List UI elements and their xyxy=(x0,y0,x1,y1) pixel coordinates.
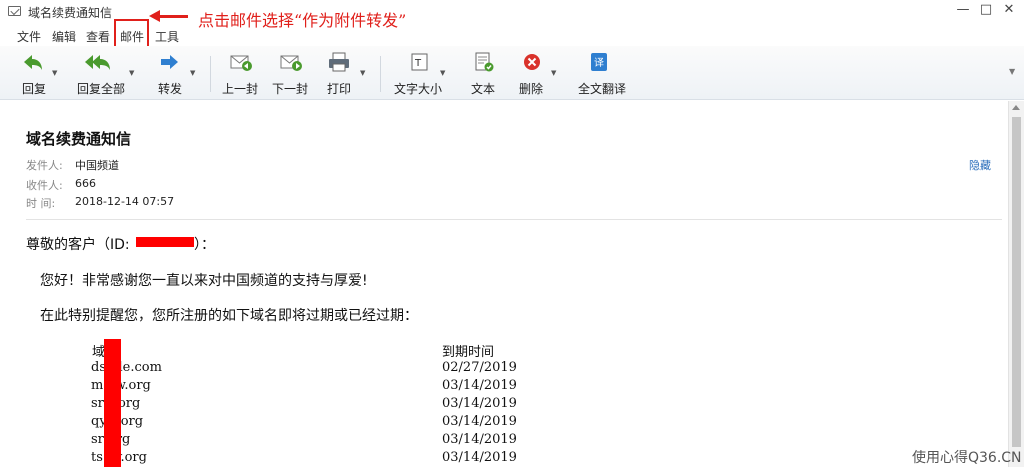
translate-button[interactable]: 译 全文翻译 xyxy=(572,49,632,97)
watermark: 使用心得Q36.CN xyxy=(912,450,1022,466)
scrollbar-thumb[interactable] xyxy=(1012,117,1021,447)
maximize-button[interactable]: □ xyxy=(975,2,997,17)
redaction-mark xyxy=(136,237,194,247)
expiry-cell: 03/14/2019 xyxy=(442,396,517,411)
body-line-thanks: 您好！非常感谢您一直以来对中国频道的支持与厚爱! xyxy=(40,273,368,289)
close-button[interactable]: ✕ xyxy=(998,2,1020,17)
from-value[interactable]: 中国频道 xyxy=(75,157,119,173)
printer-icon xyxy=(329,52,349,72)
delete-button[interactable]: ▼ 删除 xyxy=(516,49,562,97)
prev-mail-button[interactable]: 上一封 xyxy=(220,49,262,97)
expiry-cell: 03/14/2019 xyxy=(442,432,517,447)
reply-all-button[interactable]: ▼ 回复全部 xyxy=(72,49,142,97)
menu-mail-highlight-box xyxy=(114,19,149,48)
menu-bar: 文件 编辑 查看 邮件 工具 xyxy=(0,24,1024,46)
chevron-down-icon[interactable]: ▼ xyxy=(360,69,365,77)
prev-mail-icon xyxy=(230,55,252,71)
chevron-down-icon[interactable]: ▼ xyxy=(551,69,556,77)
header-divider xyxy=(26,219,1002,220)
mail-icon xyxy=(8,6,21,16)
reply-label: 回复 xyxy=(22,82,47,96)
greeting-prefix: 尊敬的客户（ID: xyxy=(26,237,130,253)
next-mail-icon xyxy=(280,55,302,71)
menu-view[interactable]: 查看 xyxy=(86,28,110,45)
expiry-cell: 03/14/2019 xyxy=(442,378,517,393)
svg-text:T: T xyxy=(414,58,422,69)
scroll-up-arrow-icon[interactable] xyxy=(1012,105,1020,110)
time-value: 2018-12-14 07:57 xyxy=(75,195,175,208)
arrow-line xyxy=(158,15,188,18)
chevron-down-icon[interactable]: ▼ xyxy=(440,69,445,77)
window-title: 域名续费通知信 xyxy=(28,6,113,20)
reply-all-icon xyxy=(85,55,110,70)
expiry-cell: 02/27/2019 xyxy=(442,360,517,375)
toolbar-overflow-chevron-icon[interactable]: ▼ xyxy=(1009,67,1015,76)
menu-tools[interactable]: 工具 xyxy=(155,28,179,45)
annotation-callout: 点击邮件选择“作为附件转发” xyxy=(149,7,478,30)
hide-details-link[interactable]: 隐藏 xyxy=(969,157,991,173)
redaction-bar xyxy=(104,339,121,467)
domain-cell: ds nle.com xyxy=(91,360,162,375)
chevron-down-icon[interactable]: ▼ xyxy=(52,69,57,77)
toolbar-divider xyxy=(210,56,211,92)
font-size-button[interactable]: T ▼ 文字大小 xyxy=(392,49,454,97)
chevron-down-icon[interactable]: ▼ xyxy=(190,69,195,77)
from-label: 发件人: xyxy=(26,159,63,172)
forward-label: 转发 xyxy=(158,82,183,96)
translate-icon: 译 xyxy=(591,53,607,71)
to-value[interactable]: 666 xyxy=(75,177,96,190)
expiry-cell: 03/14/2019 xyxy=(442,450,517,465)
text-view-icon xyxy=(475,52,494,72)
time-label: 时 间: xyxy=(26,197,56,210)
toolbar: ▼ 回复 ▼ 回复全部 ▼ 转发 上一封 下一封 ▼ 打印 T ▼ 文字大小 文… xyxy=(0,46,1024,100)
reply-icon xyxy=(24,55,42,70)
prev-mail-label: 上一封 xyxy=(222,82,259,96)
toolbar-divider xyxy=(380,56,381,92)
plain-text-label: 文本 xyxy=(471,82,496,96)
print-label: 打印 xyxy=(327,82,352,96)
annotation-text: 点击邮件选择“作为附件转发” xyxy=(198,11,407,30)
font-size-icon: T xyxy=(411,53,428,71)
forward-icon xyxy=(161,55,178,69)
translate-label: 全文翻译 xyxy=(578,82,627,96)
print-button[interactable]: ▼ 打印 xyxy=(322,49,370,97)
reply-all-label: 回复全部 xyxy=(77,82,126,96)
greeting-suffix: ）： xyxy=(194,237,215,253)
reply-button[interactable]: ▼ 回复 xyxy=(14,49,64,97)
plain-text-button[interactable]: 文本 xyxy=(466,49,500,97)
expiry-cell: 03/14/2019 xyxy=(442,414,517,429)
next-mail-label: 下一封 xyxy=(272,82,309,96)
delete-label: 删除 xyxy=(519,82,544,96)
delete-icon xyxy=(524,54,540,70)
chevron-down-icon[interactable]: ▼ xyxy=(129,69,134,77)
message-pane: 域名续费通知信 发件人: 中国频道 收件人: 666 时 间: 2018-12-… xyxy=(8,101,1008,467)
email-subject: 域名续费通知信 xyxy=(26,130,132,148)
font-size-label: 文字大小 xyxy=(394,82,443,96)
body-line-reminder: 在此特别提醒您，您所注册的如下域名即将过期或已经过期： xyxy=(40,308,418,324)
next-mail-button[interactable]: 下一封 xyxy=(270,49,312,97)
menu-file[interactable]: 文件 xyxy=(17,28,41,45)
expiry-column-header: 到期时间 xyxy=(442,345,495,360)
svg-text:译: 译 xyxy=(594,57,604,69)
vertical-scrollbar[interactable] xyxy=(1008,101,1024,467)
forward-button[interactable]: ▼ 转发 xyxy=(150,49,200,97)
minimize-button[interactable]: — xyxy=(952,2,974,17)
menu-edit[interactable]: 编辑 xyxy=(52,28,76,45)
to-label: 收件人: xyxy=(26,179,63,192)
